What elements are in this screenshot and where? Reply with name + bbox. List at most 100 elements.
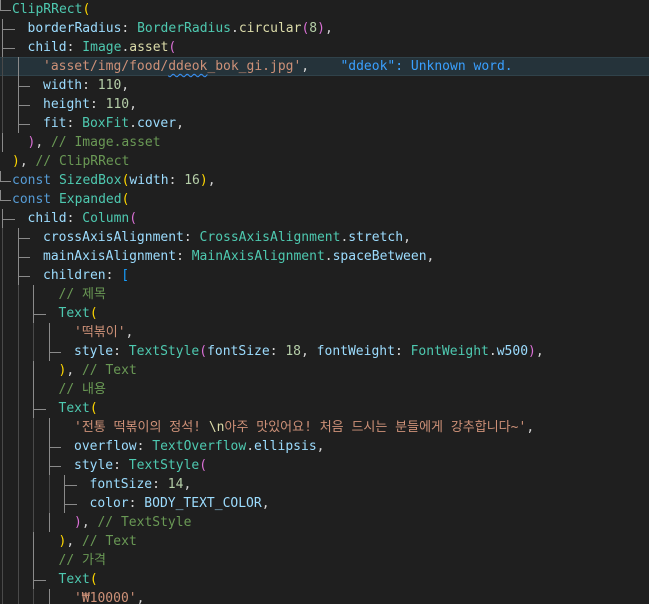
indent-guide bbox=[17, 456, 19, 475]
code-token: ( bbox=[89, 306, 98, 321]
indent-guide bbox=[17, 380, 19, 399]
indent-guide bbox=[33, 285, 34, 304]
indent-guide bbox=[17, 513, 19, 532]
code-token[interactable]: ddeok bbox=[168, 59, 207, 74]
code-line[interactable]: '떡볶이', bbox=[0, 323, 649, 342]
code-line[interactable]: children: [ bbox=[0, 266, 649, 285]
code-token: ) bbox=[528, 344, 536, 359]
code-line[interactable]: const SizedBox(width: 16), bbox=[0, 171, 649, 190]
indent-guide bbox=[2, 399, 3, 418]
code-token: Column bbox=[82, 211, 130, 226]
indent-guides bbox=[0, 0, 12, 19]
code-line[interactable]: // 제목 bbox=[0, 285, 649, 304]
code-line[interactable]: style: TextStyle( bbox=[0, 456, 649, 475]
indent-guide bbox=[17, 304, 19, 323]
code-line[interactable]: crossAxisAlignment: CrossAxisAlignment.s… bbox=[0, 228, 649, 247]
code-line[interactable]: // 가격 bbox=[0, 551, 649, 570]
indent-guide bbox=[17, 532, 19, 551]
code-line[interactable]: mainAxisAlignment: MainAxisAlignment.spa… bbox=[0, 247, 649, 266]
code-line[interactable]: '₩10000', bbox=[0, 589, 649, 604]
tree-connector bbox=[48, 342, 61, 353]
tree-connector bbox=[17, 76, 30, 87]
indent-guides bbox=[0, 19, 28, 38]
indent-guides bbox=[0, 323, 74, 342]
code-text: style: TextStyle( bbox=[74, 456, 207, 475]
code-line[interactable]: // 내용 bbox=[0, 380, 649, 399]
code-line[interactable]: style: TextStyle(fontSize: 18, fontWeigh… bbox=[0, 342, 649, 361]
code-line[interactable]: ClipRRect( bbox=[0, 0, 649, 19]
code-token: : bbox=[183, 230, 200, 245]
code-token: ellipsis bbox=[254, 439, 317, 454]
indent-guides bbox=[0, 247, 43, 266]
code-token: 18 bbox=[285, 344, 302, 359]
indent-guide bbox=[48, 494, 50, 513]
indent-guides bbox=[0, 266, 43, 285]
code-token: , bbox=[129, 97, 137, 112]
code-line[interactable]: ), // Text bbox=[0, 361, 649, 380]
indent-guide bbox=[2, 266, 3, 285]
indent-guide bbox=[2, 57, 3, 76]
code-line[interactable]: fit: BoxFit.cover, bbox=[0, 114, 649, 133]
code-token: , bbox=[426, 249, 435, 264]
code-line[interactable]: child: Column( bbox=[0, 209, 649, 228]
code-line[interactable]: const Expanded( bbox=[0, 190, 649, 209]
code-line[interactable]: 'asset/img/food/ddeok_bok_gi.jpg', "ddeo… bbox=[0, 57, 649, 76]
code-token: , bbox=[66, 534, 82, 549]
indent-guides bbox=[0, 76, 43, 95]
code-token: const bbox=[12, 173, 59, 188]
code-line[interactable]: '전통 떡볶이의 정석! \n아주 맛있어요! 처음 드시는 분들에게 강추합니… bbox=[0, 418, 649, 437]
code-token: TextStyle bbox=[128, 344, 200, 359]
indent-guides bbox=[0, 133, 28, 152]
code-line[interactable]: ), // Text bbox=[0, 532, 649, 551]
code-text: ), // Text bbox=[59, 361, 137, 380]
code-line[interactable]: Text( bbox=[0, 399, 649, 418]
tree-connector bbox=[33, 304, 46, 315]
code-token: fontSize bbox=[207, 344, 270, 359]
code-token: // 제목 bbox=[58, 287, 106, 302]
code-token: BorderRadius bbox=[137, 21, 231, 36]
code-text: style: TextStyle(fontSize: 18, fontWeigh… bbox=[74, 342, 544, 361]
code-line[interactable]: height: 110, bbox=[0, 95, 649, 114]
code-line[interactable]: ), // ClipRRect bbox=[0, 152, 649, 171]
code-line[interactable]: ), // TextStyle bbox=[0, 513, 649, 532]
code-line[interactable]: width: 110, bbox=[0, 76, 649, 95]
indent-guide bbox=[17, 570, 19, 589]
code-line[interactable]: overflow: TextOverflow.ellipsis, bbox=[0, 437, 649, 456]
code-token: : bbox=[176, 249, 192, 264]
code-text: const SizedBox(width: 16), bbox=[12, 171, 216, 190]
indent-guides bbox=[0, 304, 59, 323]
code-line[interactable]: ), // Image.asset bbox=[0, 133, 649, 152]
code-token: borderRadius bbox=[27, 21, 122, 36]
code-line[interactable]: Text( bbox=[0, 304, 649, 323]
code-line[interactable]: child: Image.asset( bbox=[0, 38, 649, 57]
code-line[interactable]: borderRadius: BorderRadius.circular(8), bbox=[0, 19, 649, 38]
indent-guides bbox=[0, 532, 59, 551]
code-token: ) bbox=[74, 515, 82, 530]
code-text: fontSize: 14, bbox=[90, 475, 192, 494]
indent-guide bbox=[48, 589, 50, 604]
code-token: cover bbox=[136, 116, 177, 131]
code-token: : bbox=[128, 496, 145, 511]
code-editor[interactable]: ClipRRect(borderRadius: BorderRadius.cir… bbox=[0, 0, 649, 604]
indent-guide bbox=[33, 589, 34, 604]
code-token: : bbox=[105, 268, 122, 283]
code-token: CrossAxisAlignment bbox=[199, 230, 341, 245]
code-line[interactable]: Text( bbox=[0, 570, 649, 589]
indent-guides bbox=[0, 380, 59, 399]
tree-connector bbox=[17, 266, 30, 277]
code-line[interactable]: color: BODY_TEXT_COLOR, bbox=[0, 494, 649, 513]
code-line[interactable]: fontSize: 14, bbox=[0, 475, 649, 494]
indent-guides bbox=[0, 361, 59, 380]
tree-connector bbox=[2, 38, 15, 49]
code-token: // Text bbox=[81, 363, 137, 378]
code-token: MainAxisAlignment bbox=[191, 249, 325, 264]
code-token: stretch bbox=[348, 230, 404, 245]
code-token: circular bbox=[238, 21, 302, 36]
indent-guide bbox=[17, 57, 19, 76]
tree-connector bbox=[17, 95, 30, 106]
code-token: , bbox=[301, 344, 317, 359]
code-token: BoxFit bbox=[82, 116, 130, 131]
indent-guide bbox=[17, 399, 19, 418]
code-text: ), // Image.asset bbox=[28, 133, 161, 152]
